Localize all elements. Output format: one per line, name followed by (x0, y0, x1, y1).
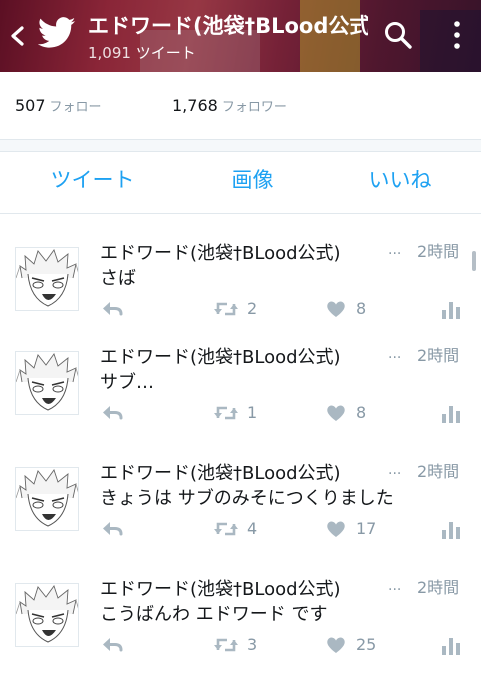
avatar-illustration (16, 585, 78, 643)
profile-tabs: ツイート 画像 いいね (0, 152, 481, 364)
retweet-icon[interactable] (213, 635, 239, 657)
avatar[interactable] (15, 351, 79, 415)
tweet-timestamp: 2時間 (417, 242, 460, 261)
tweet-author-ellipsis: ... (388, 242, 402, 258)
like-heart-icon[interactable] (326, 403, 346, 425)
analytics-icon[interactable] (441, 519, 461, 541)
retweet-count: 2 (247, 299, 258, 318)
like-heart-icon[interactable] (326, 519, 346, 541)
retweet-icon[interactable] (213, 299, 239, 321)
tweet-text: こうばんわ エドワード です (100, 604, 328, 625)
scrollbar[interactable] (472, 251, 476, 271)
tweet-author-ellipsis: ... (388, 578, 402, 594)
tweet-count-label: ツイート (135, 44, 196, 62)
tweet[interactable]: エドワード(池袋†BLood公式) ... 2時間 サブ… 1 8 (0, 337, 481, 454)
tweet-count: 1,091 ツイート (88, 42, 196, 63)
search-icon[interactable] (383, 20, 413, 50)
tweet[interactable]: エドワード(池袋†BLood公式) ... 2時間 さば 2 8 (0, 233, 481, 350)
tweet-author-ellipsis: ... (388, 346, 402, 362)
tab-tweets[interactable]: ツイート (0, 152, 185, 214)
tab-likes[interactable]: いいね (305, 152, 481, 214)
tweet-text: サブ… (100, 372, 154, 393)
reply-icon[interactable] (101, 403, 123, 425)
analytics-icon[interactable] (441, 403, 461, 425)
avatar-illustration (16, 469, 78, 527)
tweet-count-number: 1,091 (88, 44, 131, 62)
twitter-bird-icon (38, 17, 76, 48)
retweet-icon[interactable] (213, 403, 239, 425)
reply-icon[interactable] (101, 635, 123, 657)
tweet-author-name[interactable]: エドワード(池袋†BLood公式) (100, 239, 405, 265)
avatar[interactable] (15, 583, 79, 647)
following-stat[interactable]: 507 フォロー (15, 96, 102, 115)
like-heart-icon[interactable] (326, 635, 346, 657)
retweet-count: 4 (247, 519, 258, 538)
tweet-text: きょうは サブのみそにつくりました (100, 488, 394, 509)
retweet-count: 3 (247, 635, 258, 654)
analytics-icon[interactable] (441, 635, 461, 657)
tweet-timestamp: 2時間 (417, 462, 460, 481)
tweet-timestamp: 2時間 (417, 346, 460, 365)
avatar[interactable] (15, 467, 79, 531)
following-count: 507 (15, 96, 46, 115)
section-divider (0, 140, 481, 152)
reply-icon[interactable] (101, 299, 123, 321)
profile-stats: 507 フォロー 1,768 フォロワー (0, 72, 481, 140)
profile-header: エドワード(池袋†BLood公式) 1,091 ツイート (0, 0, 481, 72)
like-count: 25 (356, 635, 377, 654)
like-count: 17 (356, 519, 377, 538)
avatar-illustration (16, 353, 78, 411)
analytics-icon[interactable] (441, 299, 461, 321)
retweet-icon[interactable] (213, 519, 239, 541)
tweet[interactable]: エドワード(池袋†BLood公式) ... 2時間 きょうは サブのみそにつくり… (0, 453, 481, 570)
followers-stat[interactable]: 1,768 フォロワー (172, 96, 287, 115)
avatar[interactable] (15, 247, 79, 311)
tweet-author-name[interactable]: エドワード(池袋†BLood公式) (100, 343, 405, 369)
tweet-timestamp: 2時間 (417, 578, 460, 597)
avatar-illustration (16, 249, 78, 307)
back-arrow-icon[interactable] (6, 22, 28, 50)
followers-label: フォロワー (221, 100, 287, 115)
followers-count: 1,768 (172, 96, 218, 115)
like-heart-icon[interactable] (326, 299, 346, 321)
retweet-count: 1 (247, 403, 258, 422)
more-vertical-icon[interactable] (449, 18, 465, 52)
like-count: 8 (356, 403, 367, 422)
reply-icon[interactable] (101, 519, 123, 541)
like-count: 8 (356, 299, 367, 318)
tweet-text: さば (100, 268, 136, 289)
tweet-author-name[interactable]: エドワード(池袋†BLood公式) (100, 575, 405, 601)
following-label: フォロー (49, 100, 102, 115)
tweet-author-ellipsis: ... (388, 462, 402, 478)
tweet-author-name[interactable]: エドワード(池袋†BLood公式) (100, 459, 405, 485)
tweet[interactable]: エドワード(池袋†BLood公式) ... 2時間 こうばんわ エドワード です… (0, 569, 481, 680)
profile-name: エドワード(池袋†BLood公式) (88, 14, 368, 38)
